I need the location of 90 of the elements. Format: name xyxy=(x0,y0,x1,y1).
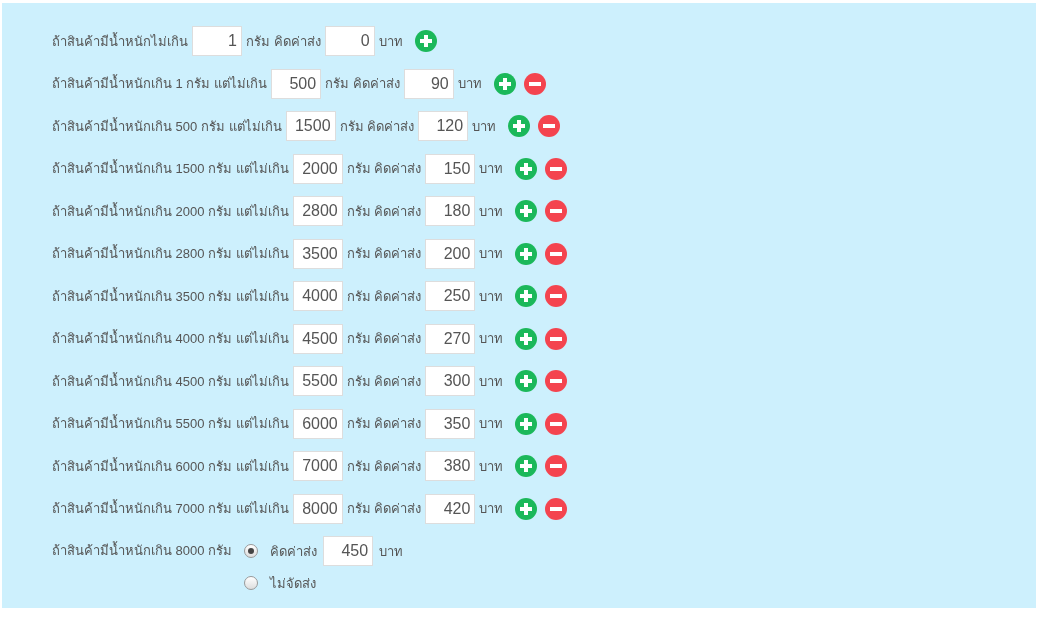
remove-icon[interactable] xyxy=(545,455,568,477)
condition-label: ถ้าสินค้ามีน้ำหนักเกิน 1 กรัม แต่ไม่เกิน xyxy=(52,73,268,93)
add-icon[interactable] xyxy=(515,497,538,520)
condition-label: ถ้าสินค้ามีน้ำหนักเกิน 7000 กรัม แต่ไม่เกิน xyxy=(52,498,289,518)
condition-label: ถ้าสินค้ามีน้ำหนักเกิน 4000 กรัม แต่ไม่เกิน xyxy=(52,328,289,348)
weight-input[interactable]: 4000 xyxy=(292,281,343,311)
remove-icon[interactable] xyxy=(545,200,568,222)
remove-icon[interactable] xyxy=(545,327,568,350)
unit-label: กรัม คิดค่าส่ง xyxy=(346,372,422,391)
remove-icon[interactable] xyxy=(545,157,568,180)
currency-label: บาท xyxy=(479,500,504,518)
remove-icon[interactable] xyxy=(545,497,568,520)
currency-label: บาท xyxy=(457,75,482,93)
currency-label: บาท xyxy=(479,202,504,221)
unit-label: กรัม คิดค่าส่ง xyxy=(346,500,422,518)
currency-label: บาท xyxy=(378,32,403,51)
weight-input[interactable]: 8000 xyxy=(292,493,343,524)
remove-icon[interactable] xyxy=(545,285,568,307)
cost-input[interactable]: 150 xyxy=(425,153,476,184)
add-icon[interactable] xyxy=(515,370,538,392)
radio-button[interactable] xyxy=(244,576,259,590)
cost-input[interactable]: 0 xyxy=(324,26,375,56)
currency-label: บาท xyxy=(479,372,504,391)
weight-input[interactable]: 2000 xyxy=(292,153,343,184)
add-icon[interactable] xyxy=(414,30,437,52)
add-icon[interactable] xyxy=(493,72,516,95)
unit-label: กรัม คิดค่าส่ง xyxy=(339,117,415,136)
currency-label: บาท xyxy=(479,457,504,476)
add-icon[interactable] xyxy=(508,115,531,137)
weight-input[interactable]: 1500 xyxy=(285,111,336,141)
unit-label: กรัม คิดค่าส่ง xyxy=(346,415,422,433)
unit-label: กรัม คิดค่าส่ง xyxy=(346,202,422,221)
cost-input[interactable]: 350 xyxy=(425,408,476,439)
remove-icon[interactable] xyxy=(523,72,546,95)
currency-label: บาท xyxy=(479,330,504,348)
add-icon[interactable] xyxy=(515,455,538,477)
condition-label: ถ้าสินค้ามีน้ำหนักเกิน 5500 กรัม แต่ไม่เกิน xyxy=(52,413,289,433)
currency-label: บาท xyxy=(472,117,497,136)
currency-label: บาท xyxy=(379,542,404,561)
cost-input[interactable]: 380 xyxy=(425,451,476,481)
unit-label: กรัม คิดค่าส่ง xyxy=(346,160,422,178)
unit-label: กรัม คิดค่าส่ง xyxy=(346,287,422,306)
unit-label: กรัม คิดค่าส่ง xyxy=(325,75,400,93)
currency-label: บาท xyxy=(479,415,504,433)
condition-label: ถ้าสินค้ามีน้ำหนักเกิน 6000 กรัม แต่ไม่เกิน xyxy=(52,456,289,476)
unit-label: กรัม คิดค่าส่ง xyxy=(346,330,422,348)
weight-input[interactable]: 3500 xyxy=(292,238,343,269)
add-icon[interactable] xyxy=(515,157,538,180)
cost-input[interactable]: 200 xyxy=(425,238,476,269)
weight-input[interactable]: 7000 xyxy=(292,451,343,481)
condition-label: ถ้าสินค้ามีน้ำหนักเกิน 1500 กรัม แต่ไม่เกิน xyxy=(52,158,289,178)
condition-label: ถ้าสินค้ามีน้ำหนักเกิน 4500 กรัม แต่ไม่เกิน xyxy=(52,371,289,391)
option-label: คิดค่าส่ง xyxy=(270,542,318,561)
add-icon[interactable] xyxy=(515,242,538,265)
unit-label: กรัม คิดค่าส่ง xyxy=(346,457,422,476)
weight-input[interactable]: 2800 xyxy=(292,196,343,226)
weight-input[interactable]: 6000 xyxy=(292,408,343,439)
cost-input[interactable]: 120 xyxy=(418,111,469,141)
cost-input[interactable]: 450 xyxy=(323,536,374,566)
add-icon[interactable] xyxy=(515,285,538,307)
weight-input[interactable]: 500 xyxy=(271,68,322,99)
condition-label: ถ้าสินค้ามีน้ำหนักเกิน 2000 กรัม แต่ไม่เกิน xyxy=(52,201,289,221)
condition-label: ถ้าสินค้ามีน้ำหนักเกิน 2800 กรัม แต่ไม่เกิน xyxy=(52,243,289,263)
currency-label: บาท xyxy=(479,245,504,263)
currency-label: บาท xyxy=(479,160,504,178)
weight-input[interactable]: 1 xyxy=(192,26,242,56)
unit-label: กรัม คิดค่าส่ง xyxy=(346,245,422,263)
option-label: ไม่จัดส่ง xyxy=(270,574,317,593)
add-icon[interactable] xyxy=(515,412,538,435)
condition-label: ถ้าสินค้ามีน้ำหนักเกิน 3500 กรัม แต่ไม่เกิน xyxy=(52,286,289,306)
cost-input[interactable]: 420 xyxy=(425,493,476,524)
weight-input[interactable]: 4500 xyxy=(292,323,343,354)
remove-icon[interactable] xyxy=(545,412,568,435)
condition-label: ถ้าสินค้ามีน้ำหนักไม่เกิน xyxy=(52,31,188,51)
cost-input[interactable]: 180 xyxy=(425,196,476,226)
condition-label: ถ้าสินค้ามีน้ำหนักเกิน 8000 กรัม xyxy=(52,540,233,560)
unit-label: กรัม คิดค่าส่ง xyxy=(246,32,321,51)
radio-button[interactable] xyxy=(244,544,259,558)
remove-icon[interactable] xyxy=(545,370,568,392)
remove-icon[interactable] xyxy=(538,115,561,137)
cost-input[interactable]: 250 xyxy=(425,281,476,311)
add-icon[interactable] xyxy=(515,327,538,350)
cost-input[interactable]: 270 xyxy=(425,323,476,354)
remove-icon[interactable] xyxy=(545,242,568,265)
cost-input[interactable]: 90 xyxy=(403,68,454,99)
weight-input[interactable]: 5500 xyxy=(292,366,343,396)
cost-input[interactable]: 300 xyxy=(425,366,476,396)
condition-label: ถ้าสินค้ามีน้ำหนักเกิน 500 กรัม แต่ไม่เกิน xyxy=(52,116,282,136)
add-icon[interactable] xyxy=(515,200,538,222)
currency-label: บาท xyxy=(479,287,504,306)
